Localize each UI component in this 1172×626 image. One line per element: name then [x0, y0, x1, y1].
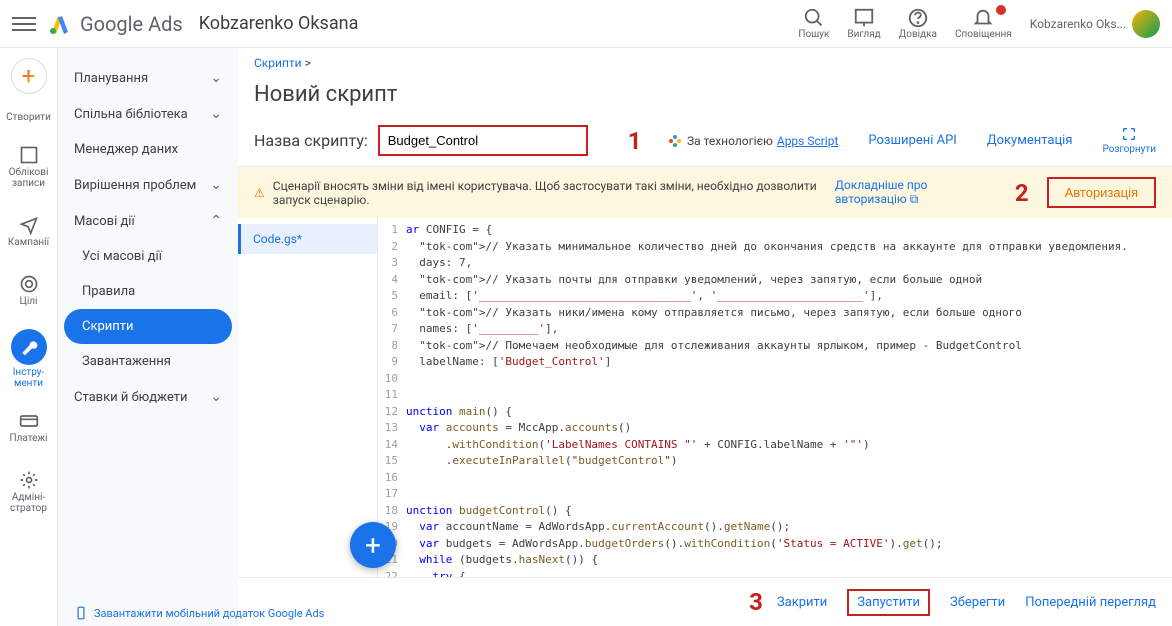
chevron-down-icon: ⌄	[210, 70, 222, 86]
notifications-button[interactable]: Сповіщення	[955, 7, 1012, 40]
file-item[interactable]: Code.gs*	[238, 224, 377, 254]
apps-script-icon	[667, 133, 683, 149]
breadcrumb-link[interactable]: Скрипти	[254, 56, 302, 70]
bell-icon	[972, 7, 994, 29]
name-row: Назва скрипту: 1 За технологією Apps Scr…	[238, 119, 1172, 167]
mobile-app-link[interactable]: Завантажити мобільний додаток Google Ads	[74, 606, 324, 620]
help-button[interactable]: Довідка	[899, 7, 937, 40]
hamburger-icon[interactable]	[12, 12, 36, 36]
nav-rail: + Створити Облікові записи Кампанії Цілі…	[0, 48, 58, 626]
sidebar-data-manager[interactable]: Менеджер даних	[64, 132, 232, 167]
sidebar-rules[interactable]: Правила	[64, 274, 232, 309]
script-name-label: Назва скрипту:	[254, 131, 368, 150]
sidebar-planning[interactable]: Планування⌄	[64, 60, 232, 96]
appearance-button[interactable]: Вигляд	[847, 7, 880, 40]
footer: 3 Закрити Запустити Зберегти Попередній …	[238, 577, 1172, 626]
warning-bar: ⚠ Сценарії вносять зміни від імені корис…	[238, 167, 1172, 218]
save-button[interactable]: Зберегти	[950, 595, 1005, 610]
script-name-input[interactable]	[378, 125, 588, 156]
sidebar: Планування⌄ Спільна бібліотека⌄ Менеджер…	[58, 48, 238, 626]
code-editor[interactable]: 1ar CONFIG = {2 "tok-com">// Указать мин…	[378, 218, 1172, 577]
rail-campaigns[interactable]: Кампанії	[0, 211, 57, 252]
annotation-2: 2	[1015, 179, 1029, 207]
annotation-3: 3	[749, 588, 763, 616]
chevron-down-icon: ⌄	[210, 389, 222, 405]
expand-button[interactable]: Розгорнути	[1102, 126, 1156, 155]
warning-link[interactable]: Докладніше про авторизацію ⧉	[835, 178, 989, 207]
search-icon	[803, 7, 825, 29]
sidebar-troubleshoot[interactable]: Вирішення проблем⌄	[64, 167, 232, 203]
payments-icon	[19, 411, 39, 431]
sidebar-shared[interactable]: Спільна бібліотека⌄	[64, 96, 232, 132]
sidebar-uploads[interactable]: Завантаження	[64, 344, 232, 379]
tech-label: За технологією Apps Script	[667, 133, 838, 149]
rail-payments[interactable]: Платежі	[0, 407, 57, 448]
breadcrumb: Скрипти >	[238, 48, 1172, 78]
account-switcher[interactable]: Kobzarenko Oks...	[1030, 10, 1160, 38]
sidebar-scripts[interactable]: Скрипти	[64, 309, 232, 344]
sidebar-all-bulk[interactable]: Усі масові дії	[64, 239, 232, 274]
docs-link[interactable]: Документація	[987, 133, 1073, 148]
apps-script-link[interactable]: Apps Script	[777, 134, 839, 148]
sidebar-bulk[interactable]: Масові дії⌃	[64, 203, 232, 239]
appearance-icon	[853, 7, 875, 29]
topbar: Google Ads Kobzarenko Oksana Пошук Вигля…	[0, 0, 1172, 48]
preview-button[interactable]: Попередній перегляд	[1025, 595, 1156, 610]
annotation-1: 1	[628, 127, 642, 155]
expand-icon	[1121, 126, 1137, 142]
campaigns-icon	[19, 215, 39, 235]
authorize-button[interactable]: Авторизація	[1047, 177, 1156, 208]
search-button[interactable]: Пошук	[798, 7, 829, 40]
chevron-down-icon: ⌄	[210, 106, 222, 122]
fab-add-button[interactable]: +	[350, 522, 396, 568]
accounts-icon	[19, 145, 39, 165]
chevron-up-icon: ⌃	[210, 213, 222, 229]
admin-icon	[19, 470, 39, 490]
chevron-down-icon: ⌄	[210, 177, 222, 193]
rail-admin[interactable]: Адміні-стратор	[0, 466, 57, 518]
google-ads-icon	[48, 12, 72, 36]
page-title: Новий скрипт	[238, 78, 1172, 119]
advanced-api-link[interactable]: Розширені API	[868, 133, 956, 148]
tools-icon	[19, 337, 39, 357]
create-button[interactable]: +	[11, 58, 47, 94]
logo[interactable]: Google Ads	[48, 12, 183, 36]
mobile-icon	[74, 606, 88, 620]
close-button[interactable]: Закрити	[777, 595, 827, 610]
warning-icon: ⚠	[254, 186, 265, 200]
warning-text: Сценарії вносять зміни від імені користу…	[273, 179, 827, 207]
notification-dot-icon	[996, 5, 1006, 15]
files-panel: Code.gs*	[238, 218, 378, 577]
avatar[interactable]	[1132, 10, 1160, 38]
help-icon	[907, 7, 929, 29]
logo-text: Google Ads	[80, 12, 183, 36]
goals-icon	[19, 274, 39, 294]
rail-goals[interactable]: Цілі	[0, 270, 57, 311]
sidebar-bids[interactable]: Ставки й бюджети⌄	[64, 379, 232, 415]
run-button[interactable]: Запустити	[847, 589, 930, 616]
account-name[interactable]: Kobzarenko Oksana	[199, 13, 359, 34]
rail-accounts[interactable]: Облікові записи	[0, 141, 57, 193]
rail-tools[interactable]: Інстру-менти	[0, 329, 57, 389]
